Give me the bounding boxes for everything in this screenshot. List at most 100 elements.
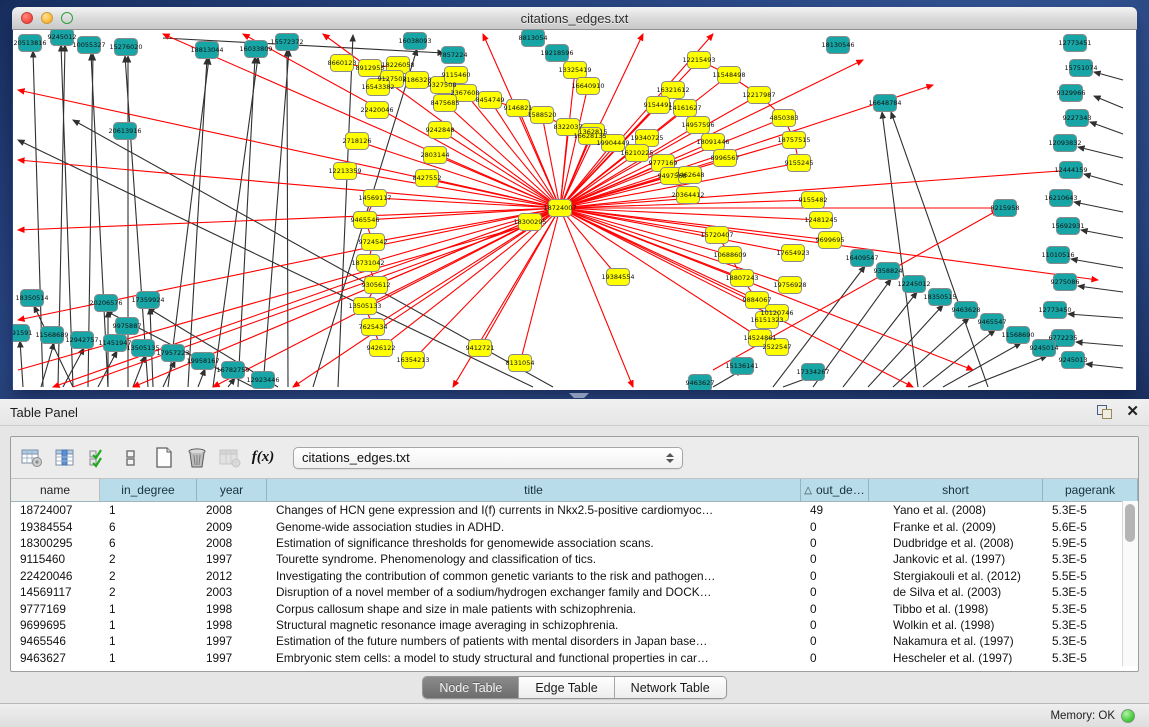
- scrollbar-thumb[interactable]: [1125, 504, 1135, 542]
- citation-network-graph[interactable]: 1872400718300295193845548660123891295518…: [13, 30, 1136, 390]
- network-window-titlebar[interactable]: citations_edges.txt: [12, 7, 1137, 30]
- table-cell[interactable]: Genome-wide association studies in ADHD.: [267, 520, 801, 534]
- graph-edge[interactable]: [263, 50, 289, 387]
- graph-edge[interactable]: [440, 130, 560, 208]
- table-cell[interactable]: 6: [100, 520, 197, 534]
- graph-edge[interactable]: [1074, 202, 1123, 212]
- table-cell[interactable]: Dudbridge et al. (2008): [869, 536, 1043, 550]
- column-header-short[interactable]: short: [869, 479, 1043, 501]
- unselect-all-icon[interactable]: [118, 445, 144, 471]
- table-cell[interactable]: de Silva et al. (2003): [869, 585, 1043, 599]
- table-vertical-scrollbar[interactable]: [1122, 501, 1138, 666]
- graph-edge[interactable]: [868, 305, 943, 387]
- table-row[interactable]: 977716911998Corpus callosum shape and si…: [11, 600, 1138, 616]
- table-cell[interactable]: Structural magnetic resonance image aver…: [267, 618, 801, 632]
- table-row[interactable]: 911546021997Tourette syndrome. Phenomeno…: [11, 551, 1138, 567]
- column-header-in-degree[interactable]: in_degree: [100, 479, 197, 501]
- table-cell[interactable]: Nakamura et al. (1997): [869, 634, 1043, 648]
- table-cell[interactable]: 19384554: [11, 520, 100, 534]
- table-cell[interactable]: 2012: [197, 569, 267, 583]
- table-cell[interactable]: Estimation of significance thresholds fo…: [267, 536, 801, 550]
- graph-edge[interactable]: [41, 343, 54, 387]
- table-cell[interactable]: Changes of HCN gene expression and I(f) …: [267, 503, 801, 517]
- table-cell[interactable]: 6: [100, 536, 197, 550]
- table-cell[interactable]: Franke et al. (2009): [869, 520, 1043, 534]
- table-row[interactable]: 1456911722003Disruption of a novel membe…: [11, 584, 1138, 600]
- column-header-year[interactable]: year: [197, 479, 267, 501]
- table-row[interactable]: 1938455462009Genome-wide association stu…: [11, 518, 1138, 534]
- graph-edge[interactable]: [1071, 259, 1123, 268]
- graph-edge[interactable]: [18, 160, 560, 208]
- graph-edge[interactable]: [1094, 72, 1123, 80]
- minimize-window-button[interactable]: [41, 12, 53, 24]
- close-panel-icon[interactable]: ✕: [1126, 405, 1139, 419]
- table-cell[interactable]: 2008: [197, 536, 267, 550]
- graph-edge[interactable]: [560, 208, 618, 277]
- table-row[interactable]: 1872400712008Changes of HCN gene express…: [11, 502, 1138, 518]
- graph-edge[interactable]: [1094, 96, 1123, 108]
- graph-edge[interactable]: [1076, 342, 1123, 346]
- table-cell[interactable]: 1997: [197, 634, 267, 648]
- float-panel-icon[interactable]: [1097, 405, 1112, 419]
- table-cell[interactable]: 1: [100, 602, 197, 616]
- graph-edge[interactable]: [968, 356, 1047, 387]
- table-cell[interactable]: 0: [801, 552, 869, 566]
- table-cell[interactable]: 9777169: [11, 602, 100, 616]
- graph-edge[interactable]: [198, 369, 205, 387]
- table-cell[interactable]: 2003: [197, 585, 267, 599]
- table-cell[interactable]: 49: [801, 503, 869, 517]
- network-canvas[interactable]: 1872400718300295193845548660123891295518…: [13, 30, 1136, 390]
- table-cell[interactable]: Corpus callosum shape and size in male p…: [267, 602, 801, 616]
- graph-edge[interactable]: [1086, 364, 1123, 368]
- table-cell[interactable]: 1: [100, 634, 197, 648]
- table-cell[interactable]: Investigating the contribution of common…: [267, 569, 801, 583]
- graph-edge[interactable]: [843, 292, 917, 387]
- graph-edge[interactable]: [228, 378, 235, 387]
- table-cell[interactable]: 14569117: [11, 585, 100, 599]
- table-row[interactable]: 1830029562008Estimation of significance …: [11, 535, 1138, 551]
- graph-edge[interactable]: [1090, 122, 1123, 134]
- table-cell[interactable]: 0: [801, 569, 869, 583]
- table-cell[interactable]: Tourette syndrome. Phenomenology and cla…: [267, 552, 801, 566]
- column-header-title[interactable]: title: [267, 479, 801, 501]
- graph-edge[interactable]: [560, 208, 633, 387]
- table-cell[interactable]: 0: [801, 602, 869, 616]
- table-cell[interactable]: 2: [100, 569, 197, 583]
- table-cell[interactable]: Hescheler et al. (1997): [869, 651, 1043, 665]
- graph-edge[interactable]: [1068, 314, 1123, 318]
- table-cell[interactable]: 2: [100, 585, 197, 599]
- delete-icon[interactable]: [184, 445, 210, 471]
- function-builder-icon[interactable]: f(x): [250, 445, 276, 471]
- table-cell[interactable]: 9463627: [11, 651, 100, 665]
- new-file-icon[interactable]: [151, 445, 177, 471]
- graph-edge[interactable]: [20, 341, 23, 387]
- graph-edge[interactable]: [1084, 174, 1123, 185]
- select-all-icon[interactable]: [85, 445, 111, 471]
- graph-edge[interactable]: [1078, 147, 1123, 158]
- table-cell[interactable]: 2: [100, 552, 197, 566]
- column-header-pagerank[interactable]: pagerank: [1043, 479, 1138, 501]
- table-cell[interactable]: 18724007: [11, 503, 100, 517]
- table-cell[interactable]: 2009: [197, 520, 267, 534]
- table-cell[interactable]: 0: [801, 634, 869, 648]
- graph-edge[interactable]: [1078, 286, 1123, 292]
- table-cell[interactable]: Disruption of a novel member of a sodium…: [267, 585, 801, 599]
- maximize-window-button[interactable]: [61, 12, 73, 24]
- table-cell[interactable]: Jankovic et al. (1997): [869, 552, 1043, 566]
- table-cell[interactable]: Yano et al. (2008): [869, 503, 1043, 517]
- select-columns-icon[interactable]: [52, 445, 78, 471]
- table-cell[interactable]: Estimation of the future numbers of pati…: [267, 634, 801, 648]
- table-cell[interactable]: 0: [801, 585, 869, 599]
- table-cell[interactable]: 9465546: [11, 634, 100, 648]
- table-cell[interactable]: 0: [801, 520, 869, 534]
- table-cell[interactable]: Stergiakouli et al. (2012): [869, 569, 1043, 583]
- table-row[interactable]: 2242004622012Investigating the contribut…: [11, 568, 1138, 584]
- table-settings-icon[interactable]: [19, 445, 45, 471]
- tab-network-table[interactable]: Network Table: [615, 677, 726, 698]
- graph-edge[interactable]: [34, 306, 73, 387]
- graph-edge[interactable]: [1081, 230, 1123, 238]
- graph-edge[interactable]: [560, 208, 821, 220]
- table-cell[interactable]: 1997: [197, 552, 267, 566]
- table-cell[interactable]: 1997: [197, 651, 267, 665]
- table-cell[interactable]: Wolkin et al. (1998): [869, 618, 1043, 632]
